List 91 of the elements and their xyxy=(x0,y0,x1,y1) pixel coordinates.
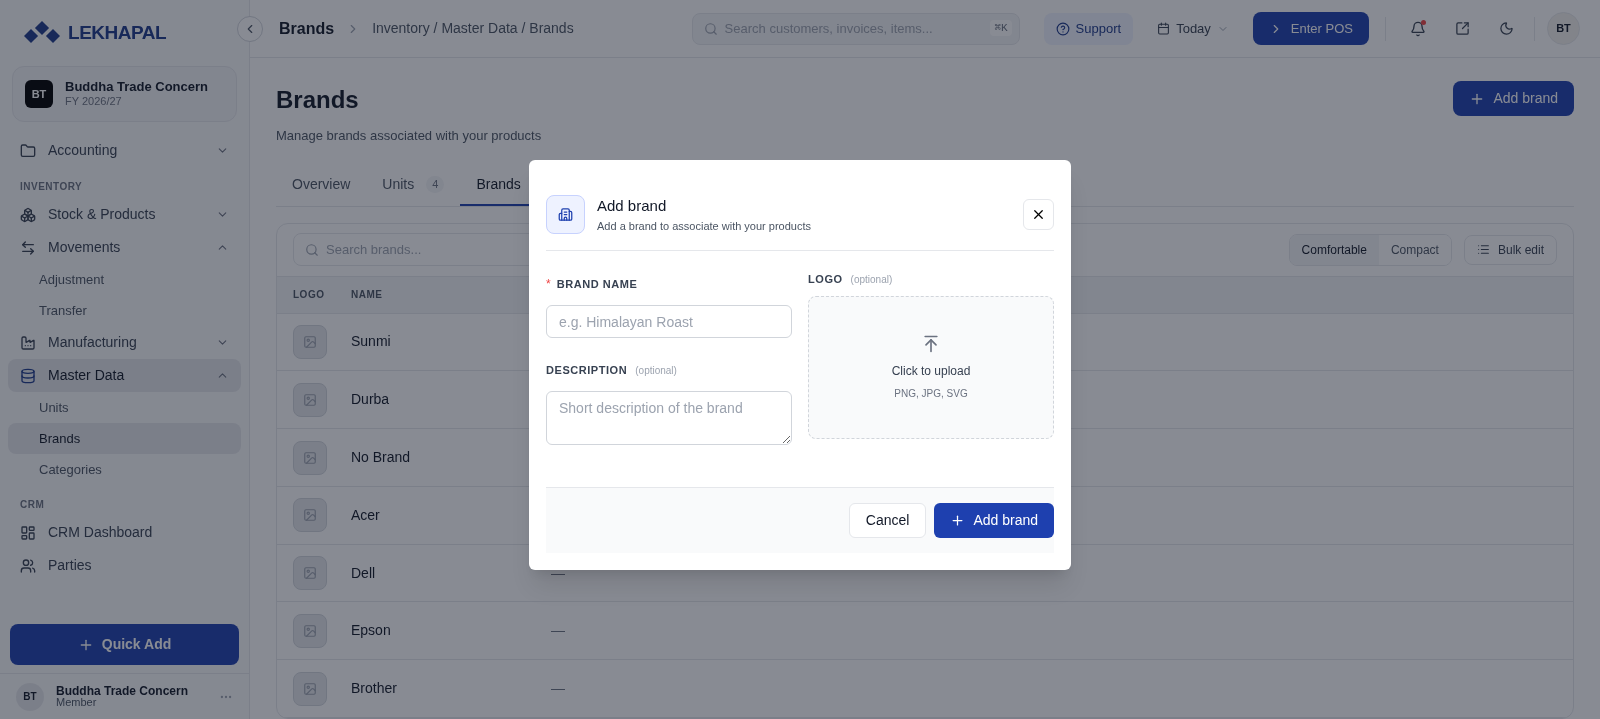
optional-note: (optional) xyxy=(850,272,893,287)
nav-subitem[interactable]: Transfer xyxy=(8,295,241,326)
nav-icon xyxy=(20,206,36,223)
brand-name-cell-text: Durba xyxy=(351,390,391,410)
nav-item[interactable]: Stock & Products xyxy=(8,198,241,231)
brand-name-field[interactable]: e.g. Himalayan Roast xyxy=(546,305,792,338)
nav-subitem[interactable]: Categories xyxy=(8,454,241,485)
add-brand-button[interactable]: Add brand xyxy=(1453,81,1574,116)
dialog-title: Add brand xyxy=(597,196,668,216)
dialog-subtitle: Add a brand to associate with your products xyxy=(597,218,812,234)
user-avatar[interactable]: BT xyxy=(1547,12,1580,45)
logo-placeholder xyxy=(293,440,327,475)
topbar-title: Brands xyxy=(279,18,335,39)
user-name: Buddha Trade Concern xyxy=(56,685,190,697)
required-marker: * xyxy=(546,276,551,293)
bell-icon xyxy=(1410,20,1426,37)
nav-icon xyxy=(20,524,36,541)
search-icon xyxy=(305,243,319,258)
submit-button[interactable]: Add brand xyxy=(934,502,1054,538)
upload-dropzone[interactable]: Click to upload PNG, JPG, SVG xyxy=(808,295,1054,439)
nav-item[interactable]: Parties xyxy=(8,549,241,582)
help-icon xyxy=(1055,21,1070,36)
upload-title: Click to upload xyxy=(891,362,971,380)
field-label: DESCRIPTION xyxy=(546,363,628,378)
brand-name-cell-text: Acer xyxy=(351,505,381,525)
field-label: BRAND NAME xyxy=(556,276,638,292)
column-header: LOGO xyxy=(292,288,326,303)
support-button[interactable]: Support xyxy=(1043,12,1134,45)
brand-name-cell-text: Brother xyxy=(351,679,398,699)
quick-add-button[interactable]: Quick Add xyxy=(10,624,239,665)
fiscal-year: FY 2026/27 xyxy=(65,95,123,109)
organization-name: Buddha Trade Concern xyxy=(65,79,209,96)
tab[interactable]: Units 4 xyxy=(366,165,461,206)
logo-placeholder xyxy=(293,613,327,648)
description-field[interactable]: Short description of the brand xyxy=(546,390,792,445)
nav-subitem[interactable]: Adjustment xyxy=(8,264,241,295)
optional-note: (optional) xyxy=(635,363,677,378)
brand-name-cell-text: No Brand xyxy=(351,448,412,467)
date-picker[interactable]: Today xyxy=(1145,12,1241,45)
brand-name: LEKHAPAL xyxy=(68,20,167,45)
logo-placeholder xyxy=(293,498,327,533)
logo-placeholder xyxy=(293,324,327,359)
nav-item[interactable]: Movements xyxy=(8,231,241,264)
section-heading: INVENTORY xyxy=(19,180,84,194)
close-icon xyxy=(1031,207,1046,222)
breadcrumb: Inventory / Master Data / Brands xyxy=(372,19,574,38)
organization-avatar: BT xyxy=(25,80,53,108)
brand-name-cell-text: Sunmi xyxy=(351,332,392,352)
column-header: NAME xyxy=(351,288,383,303)
tab[interactable]: Overview xyxy=(276,165,367,206)
nav-icon xyxy=(20,557,36,574)
brand-name-cell-text: Epson xyxy=(351,621,392,641)
logo-placeholder xyxy=(293,556,327,591)
building-glyph xyxy=(558,207,573,222)
tab-count: 4 xyxy=(426,176,445,193)
cancel-button[interactable]: Cancel xyxy=(848,502,927,538)
logo-placeholder xyxy=(293,382,327,417)
nav-item[interactable]: Accounting xyxy=(8,134,241,167)
nav-icon xyxy=(20,334,36,351)
upload-icon xyxy=(921,333,941,354)
description-cell-text: — xyxy=(551,679,565,699)
enter-pos-button[interactable]: Enter POS xyxy=(1252,12,1369,45)
moon-icon xyxy=(1498,21,1514,36)
upload-formats: PNG, JPG, SVG xyxy=(894,386,968,401)
plus-icon xyxy=(950,512,966,528)
page-subtitle: Manage brands associated with your products xyxy=(276,127,542,145)
logo-placeholder xyxy=(293,671,327,706)
nav-icon xyxy=(20,367,36,384)
bulk-edit-button[interactable]: Bulk edit xyxy=(1463,234,1557,265)
description-cell-text: — xyxy=(551,621,565,641)
nav-item[interactable]: Manufacturing xyxy=(8,326,241,359)
search-icon xyxy=(703,21,718,36)
nav-subitem[interactable]: Units xyxy=(8,392,241,423)
calendar-icon xyxy=(1157,22,1171,35)
external-link-icon xyxy=(1454,21,1470,36)
user-role: Member xyxy=(56,697,98,708)
description-cell-text: — xyxy=(551,563,565,583)
field-label: LOGO xyxy=(808,272,843,287)
page-title: Brands xyxy=(276,85,360,115)
nav-item[interactable]: Master Data xyxy=(8,359,241,392)
density-option[interactable]: Comfortable xyxy=(1289,234,1379,265)
user-avatar: BT xyxy=(16,682,44,711)
nav-icon xyxy=(20,142,36,159)
nav-item[interactable]: CRM Dashboard xyxy=(8,516,241,549)
close-button[interactable] xyxy=(1023,199,1054,230)
organization-card[interactable]: BT Buddha Trade Concern FY 2026/27 xyxy=(12,66,237,122)
nav-icon xyxy=(20,239,36,256)
list-icon xyxy=(1476,243,1490,257)
nav-subitem[interactable]: Brands xyxy=(8,423,241,454)
brand-name-cell-text: Dell xyxy=(351,563,377,583)
section-heading: CRM xyxy=(19,498,46,512)
